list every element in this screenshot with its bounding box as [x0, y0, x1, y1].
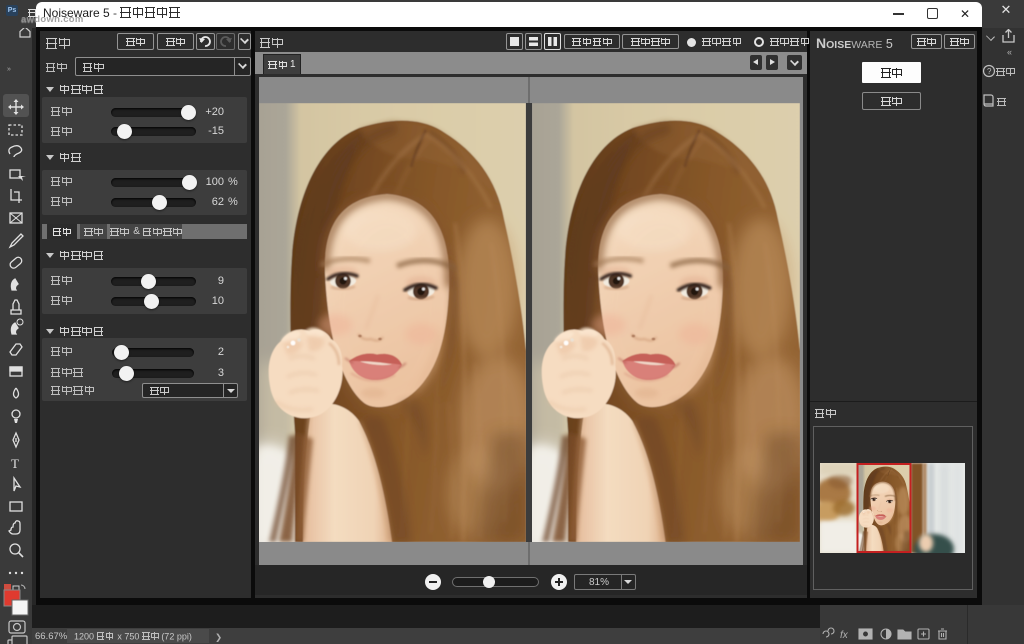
svg-text:?: ? [987, 67, 992, 76]
svg-text:fx: fx [840, 630, 849, 641]
svg-text:T: T [11, 456, 19, 471]
svg-text:»: » [7, 66, 11, 73]
